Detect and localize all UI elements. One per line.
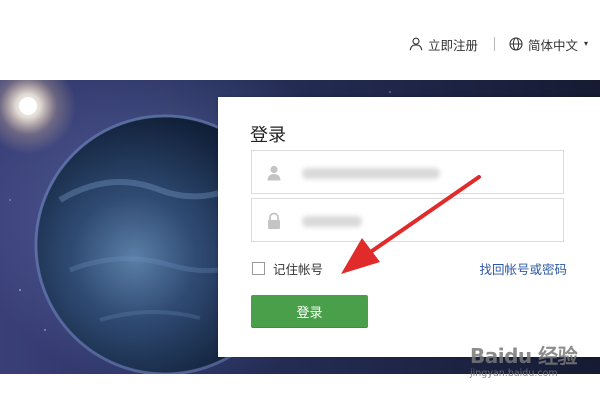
header-divider [494,37,495,51]
remember-account[interactable]: 记住帐号 [252,259,323,278]
user-icon [409,37,423,51]
password-redacted [302,216,362,227]
remember-label: 记住帐号 [273,262,324,277]
user-icon [265,164,283,182]
top-bar: 立即注册 简体中文 ▾ [0,0,600,80]
remember-checkbox[interactable] [252,262,265,275]
password-field[interactable] [251,198,564,242]
watermark-url: jingyan.baidu.com [470,368,558,379]
username-redacted [302,168,440,179]
register-link[interactable]: 立即注册 [409,35,478,53]
lock-icon [265,212,283,230]
login-button[interactable]: 登录 [251,295,368,328]
globe-icon [509,37,523,51]
login-panel: 登录 记住帐号 找回帐号或密码 登录 [218,97,600,357]
baidu-watermark: Baidu 经验 jingyan.baidu.com [470,340,592,396]
login-title: 登录 [250,125,286,146]
username-field[interactable] [251,150,564,194]
language-selector[interactable]: 简体中文 ▾ [509,35,588,53]
chevron-down-icon: ▾ [584,39,589,48]
forgot-account-link[interactable]: 找回帐号或密码 [479,259,567,278]
language-label: 简体中文 [528,37,579,53]
watermark-logo: Baidu 经验 [470,344,578,368]
register-label: 立即注册 [428,37,479,53]
